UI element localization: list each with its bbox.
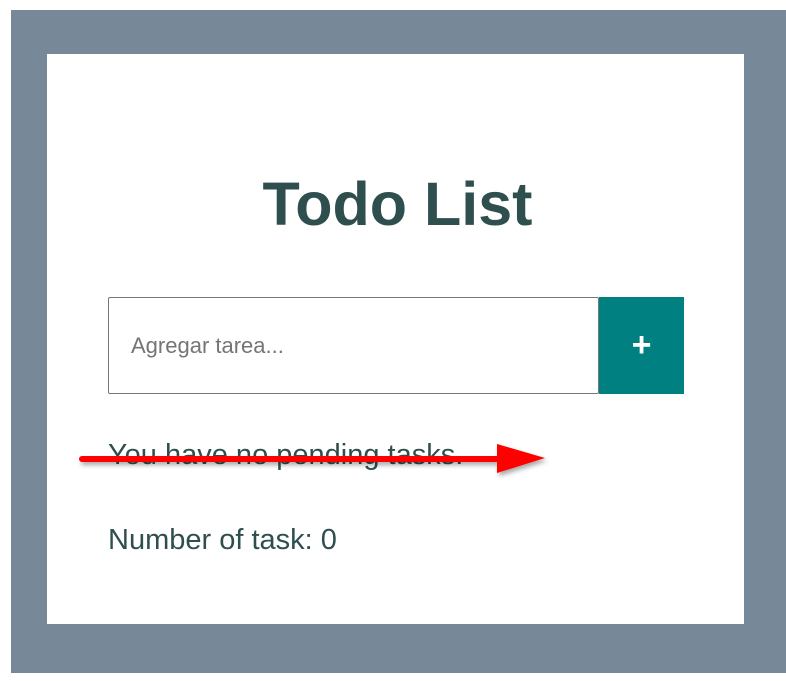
todo-card: Todo List + You have no pending tasks. N… <box>47 54 744 624</box>
page-title: Todo List <box>262 170 533 238</box>
task-input[interactable] <box>108 297 599 394</box>
task-count: Number of task: 0 <box>108 524 337 556</box>
page-background: Todo List + You have no pending tasks. N… <box>11 10 786 673</box>
add-task-button[interactable]: + <box>599 297 684 394</box>
pending-tasks-message: You have no pending tasks. <box>108 439 464 471</box>
